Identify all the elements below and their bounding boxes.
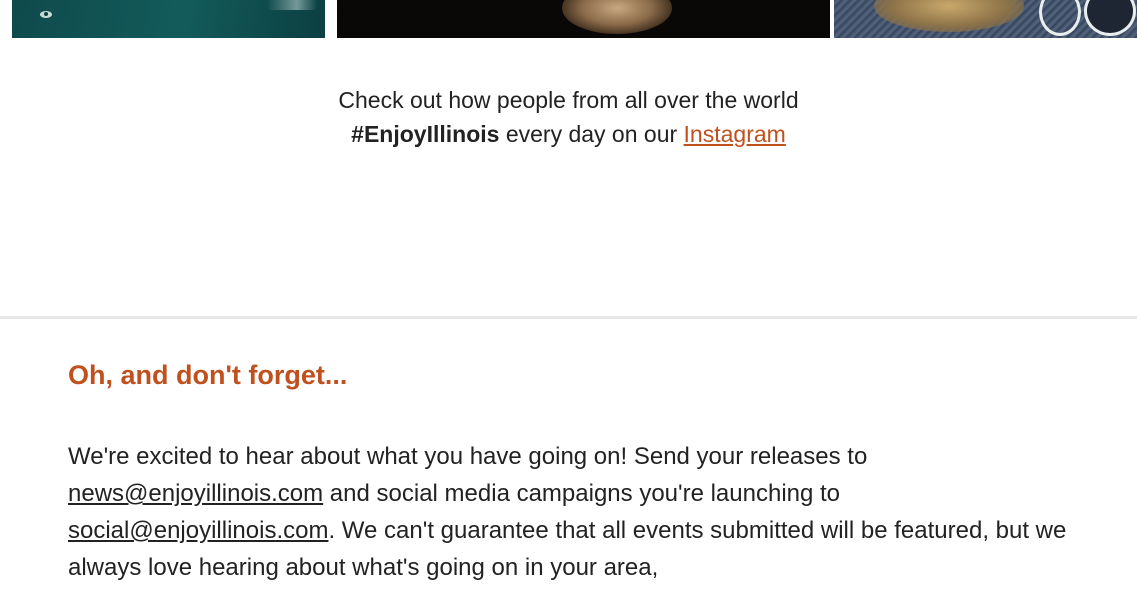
fish-eye-detail [40,11,52,18]
reminder-body: We're excited to hear about what you hav… [68,438,1078,586]
instagram-link[interactable]: Instagram [684,121,786,147]
section-divider [0,316,1137,319]
photo-subject [562,0,672,34]
caption-line-1: Check out how people from all over the w… [338,87,799,113]
photo-subject [874,0,1024,32]
instagram-photo[interactable] [834,0,1137,38]
instagram-photo[interactable] [12,0,325,38]
social-email-link[interactable]: social@enjoyillinois.com [68,517,328,544]
light-reflection [267,0,317,10]
reminder-text: and social media campaigns you're launch… [323,480,841,507]
reminder-text: We're excited to hear about what you hav… [68,443,868,470]
sneaker-outline [1039,0,1081,36]
hashtag: #EnjoyIllinois [351,121,500,147]
sneaker-outline [1084,0,1136,36]
instagram-caption: Check out how people from all over the w… [0,83,1137,151]
caption-line-2: every day on our [499,121,684,147]
news-email-link[interactable]: news@enjoyillinois.com [68,480,323,507]
reminder-heading: Oh, and don't forget... [68,360,348,390]
instagram-photo-strip [12,0,1137,38]
instagram-photo[interactable] [337,0,830,38]
